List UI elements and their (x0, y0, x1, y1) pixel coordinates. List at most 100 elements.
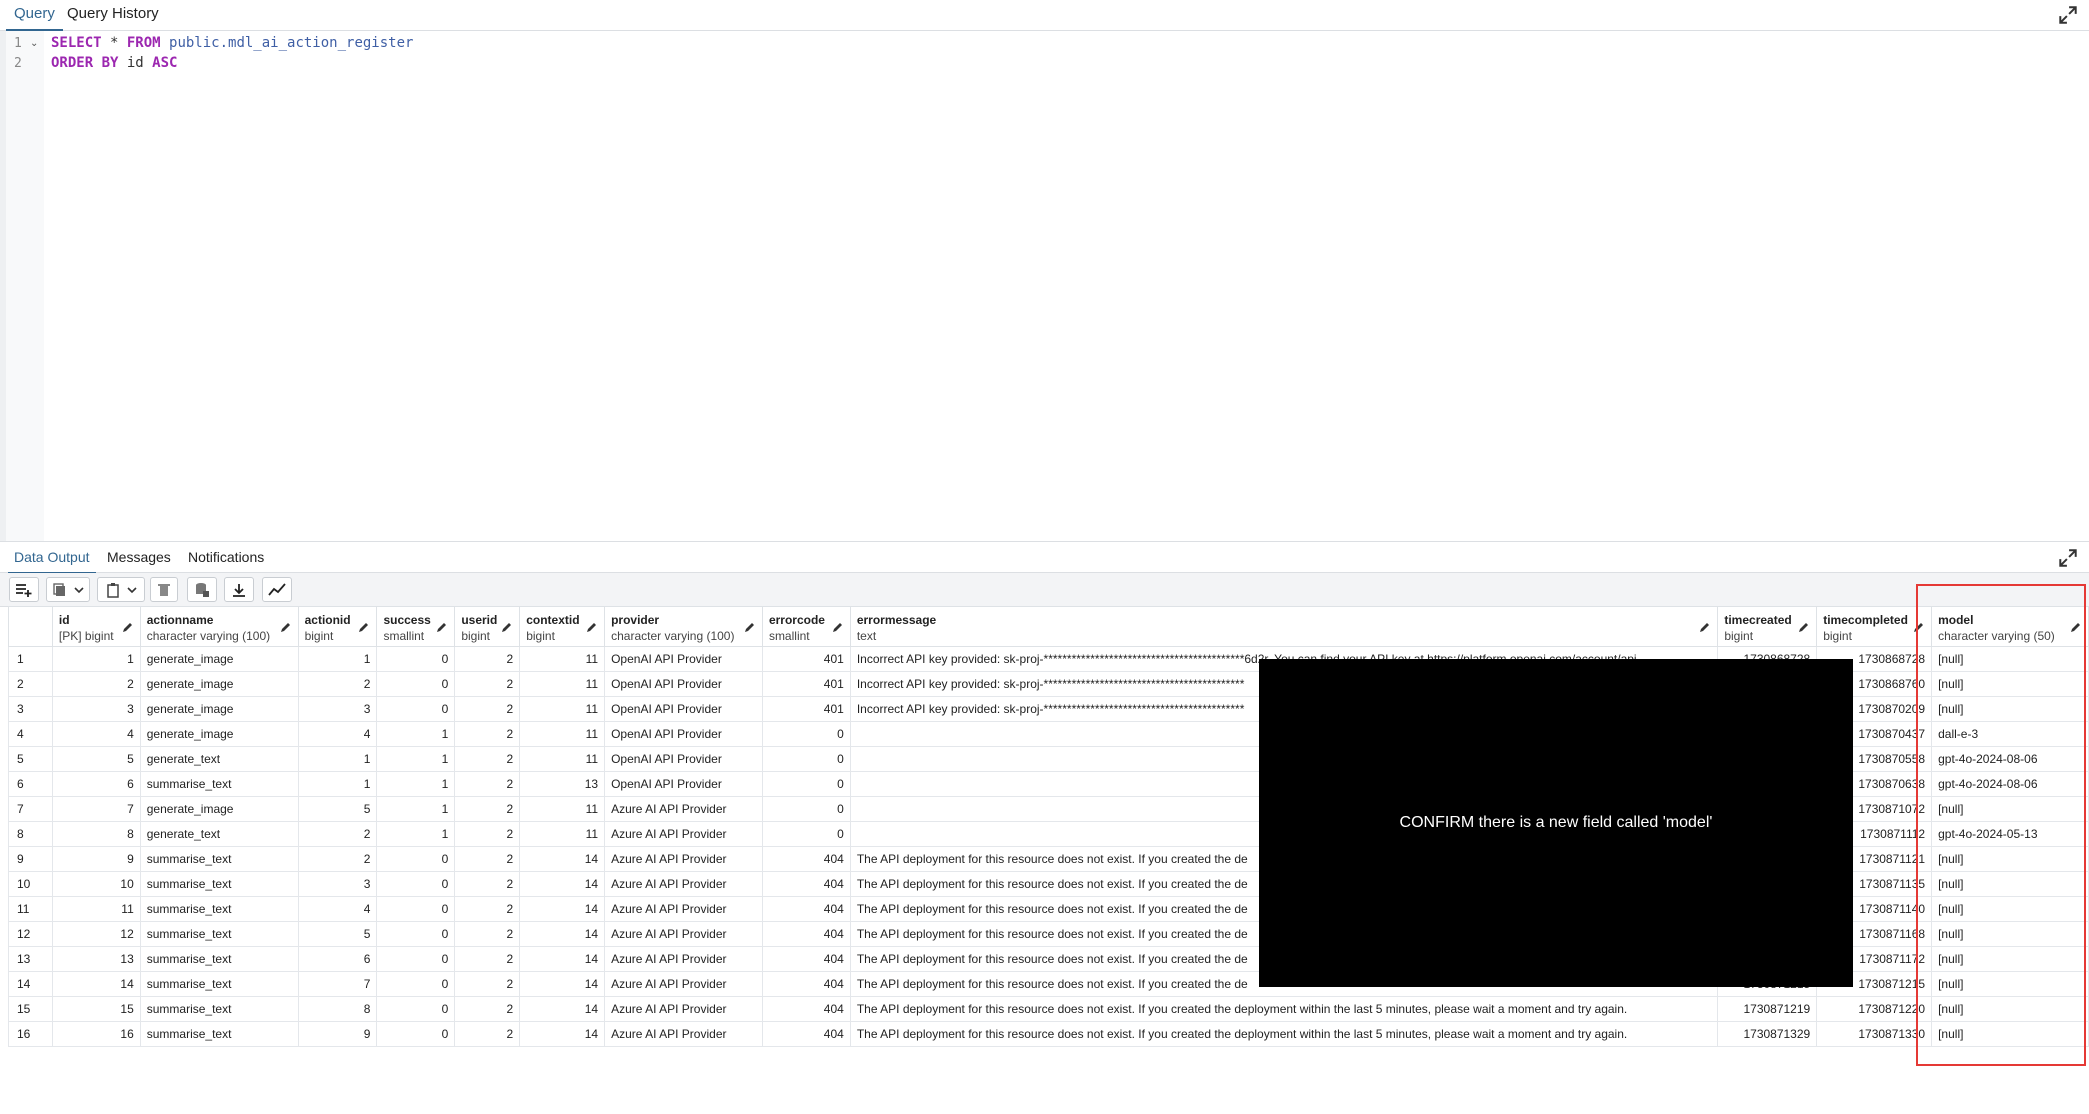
cell-success[interactable]: 0 (376, 646, 456, 672)
cell-actionid[interactable]: 2 (297, 671, 378, 697)
cell-model[interactable]: [null] (1931, 921, 2089, 947)
column-header-success[interactable]: success smallint (376, 606, 456, 647)
column-header-errorcode[interactable]: errorcode smallint (761, 606, 851, 647)
cell-contextid[interactable]: 14 (519, 946, 606, 972)
cell-actionid[interactable]: 1 (297, 646, 378, 672)
sql-editor[interactable]: 1 ⌄ 2 SELECT * FROM public.mdl_ai_action… (0, 31, 2089, 542)
cell-userid[interactable]: 2 (454, 996, 521, 1022)
cell-success[interactable]: 0 (376, 871, 456, 897)
cell-userid[interactable]: 2 (454, 646, 521, 672)
cell-id[interactable]: 7 (51, 796, 141, 822)
cell-model[interactable]: gpt-4o-2024-08-06 (1931, 771, 2089, 797)
cell-errorcode[interactable]: 0 (761, 771, 851, 797)
cell-errorcode[interactable]: 404 (761, 921, 851, 947)
cell-success[interactable]: 0 (376, 896, 456, 922)
cell-success[interactable]: 0 (376, 921, 456, 947)
cell-success[interactable]: 0 (376, 846, 456, 872)
cell-userid[interactable]: 2 (454, 871, 521, 897)
cell-contextid[interactable]: 14 (519, 996, 606, 1022)
cell-model[interactable]: [null] (1931, 971, 2089, 997)
cell-actionname[interactable]: summarise_text (139, 846, 299, 872)
cell-userid[interactable]: 2 (454, 696, 521, 722)
column-header-errormessage[interactable]: errormessage text (849, 606, 1719, 647)
cell-actionname[interactable]: generate_image (139, 721, 299, 747)
cell-errorcode[interactable]: 0 (761, 721, 851, 747)
cell-errorcode[interactable]: 0 (761, 796, 851, 822)
cell-actionname[interactable]: generate_image (139, 671, 299, 697)
cell-provider[interactable]: OpenAI API Provider (604, 746, 763, 772)
cell-actionid[interactable]: 7 (297, 971, 378, 997)
cell-actionid[interactable]: 4 (297, 896, 378, 922)
pencil-icon[interactable] (122, 621, 134, 633)
cell-actionname[interactable]: summarise_text (139, 946, 299, 972)
cell-id[interactable]: 15 (51, 996, 141, 1022)
cell-actionid[interactable]: 5 (297, 796, 378, 822)
cell-errorcode[interactable]: 404 (761, 971, 851, 997)
table-row[interactable]: 15 15 summarise_text 8 0 2 14 Azure AI API Prov… (8, 996, 2089, 1022)
cell-errorcode[interactable]: 0 (761, 746, 851, 772)
pencil-icon[interactable] (501, 621, 513, 633)
cell-provider[interactable]: Azure AI API Provider (604, 1021, 763, 1047)
pencil-icon[interactable] (586, 621, 598, 633)
cell-actionname[interactable]: summarise_text (139, 896, 299, 922)
cell-provider[interactable]: Azure AI API Provider (604, 871, 763, 897)
cell-userid[interactable]: 2 (454, 821, 521, 847)
cell-model[interactable]: [null] (1931, 1021, 2089, 1047)
cell-provider[interactable]: Azure AI API Provider (604, 896, 763, 922)
cell-errorcode[interactable]: 401 (761, 671, 851, 697)
maximize-icon[interactable] (2057, 547, 2079, 569)
cell-contextid[interactable]: 13 (519, 771, 606, 797)
cell-success[interactable]: 0 (376, 946, 456, 972)
column-header-id[interactable]: id [PK] bigint (51, 606, 141, 647)
cell-provider[interactable]: Azure AI API Provider (604, 796, 763, 822)
tab-query[interactable]: Query (6, 0, 63, 31)
cell-contextid[interactable]: 11 (519, 721, 606, 747)
column-header-actionid[interactable]: actionid bigint (297, 606, 378, 647)
pencil-icon[interactable] (1699, 621, 1711, 633)
cell-id[interactable]: 5 (51, 746, 141, 772)
column-header-userid[interactable]: userid bigint (454, 606, 521, 647)
cell-contextid[interactable]: 14 (519, 921, 606, 947)
cell-contextid[interactable]: 14 (519, 896, 606, 922)
cell-provider[interactable]: Azure AI API Provider (604, 846, 763, 872)
cell-actionid[interactable]: 2 (297, 846, 378, 872)
cell-userid[interactable]: 2 (454, 971, 521, 997)
cell-provider[interactable]: Azure AI API Provider (604, 971, 763, 997)
cell-errormessage[interactable]: The API deployment for this resource doe… (849, 996, 1719, 1022)
column-header-provider[interactable]: provider character varying (100) (604, 606, 763, 647)
cell-provider[interactable]: Azure AI API Provider (604, 821, 763, 847)
cell-timecreated[interactable]: 1730871329 (1717, 1021, 1818, 1047)
copy-button[interactable] (46, 577, 90, 602)
pencil-icon[interactable] (436, 621, 448, 633)
table-row[interactable]: 16 16 summarise_text 9 0 2 14 Azure AI API Prov… (8, 1021, 2089, 1047)
cell-actionname[interactable]: generate_image (139, 796, 299, 822)
cell-userid[interactable]: 2 (454, 921, 521, 947)
cell-model[interactable]: [null] (1931, 796, 2089, 822)
cell-model[interactable]: dall-e-3 (1931, 721, 2089, 747)
cell-model[interactable]: [null] (1931, 671, 2089, 697)
tab-query-history[interactable]: Query History (67, 0, 159, 29)
cell-id[interactable]: 1 (51, 646, 141, 672)
pencil-icon[interactable] (358, 621, 370, 633)
cell-model[interactable]: [null] (1931, 696, 2089, 722)
cell-contextid[interactable]: 11 (519, 696, 606, 722)
tab-data-output[interactable]: Data Output (8, 543, 96, 574)
cell-actionid[interactable]: 2 (297, 821, 378, 847)
column-header-timecompleted[interactable]: timecompleted bigint (1816, 606, 1933, 647)
delete-button[interactable] (150, 577, 178, 602)
cell-id[interactable]: 16 (51, 1021, 141, 1047)
cell-errorcode[interactable]: 401 (761, 696, 851, 722)
cell-userid[interactable]: 2 (454, 796, 521, 822)
cell-id[interactable]: 12 (51, 921, 141, 947)
cell-success[interactable]: 1 (376, 721, 456, 747)
cell-model[interactable]: gpt-4o-2024-05-13 (1931, 821, 2089, 847)
cell-model[interactable]: [null] (1931, 846, 2089, 872)
cell-provider[interactable]: OpenAI API Provider (604, 696, 763, 722)
tab-messages[interactable]: Messages (107, 543, 171, 572)
cell-userid[interactable]: 2 (454, 896, 521, 922)
cell-contextid[interactable]: 11 (519, 821, 606, 847)
cell-contextid[interactable]: 11 (519, 646, 606, 672)
cell-id[interactable]: 9 (51, 846, 141, 872)
column-header-contextid[interactable]: contextid bigint (519, 606, 606, 647)
cell-actionname[interactable]: summarise_text (139, 971, 299, 997)
